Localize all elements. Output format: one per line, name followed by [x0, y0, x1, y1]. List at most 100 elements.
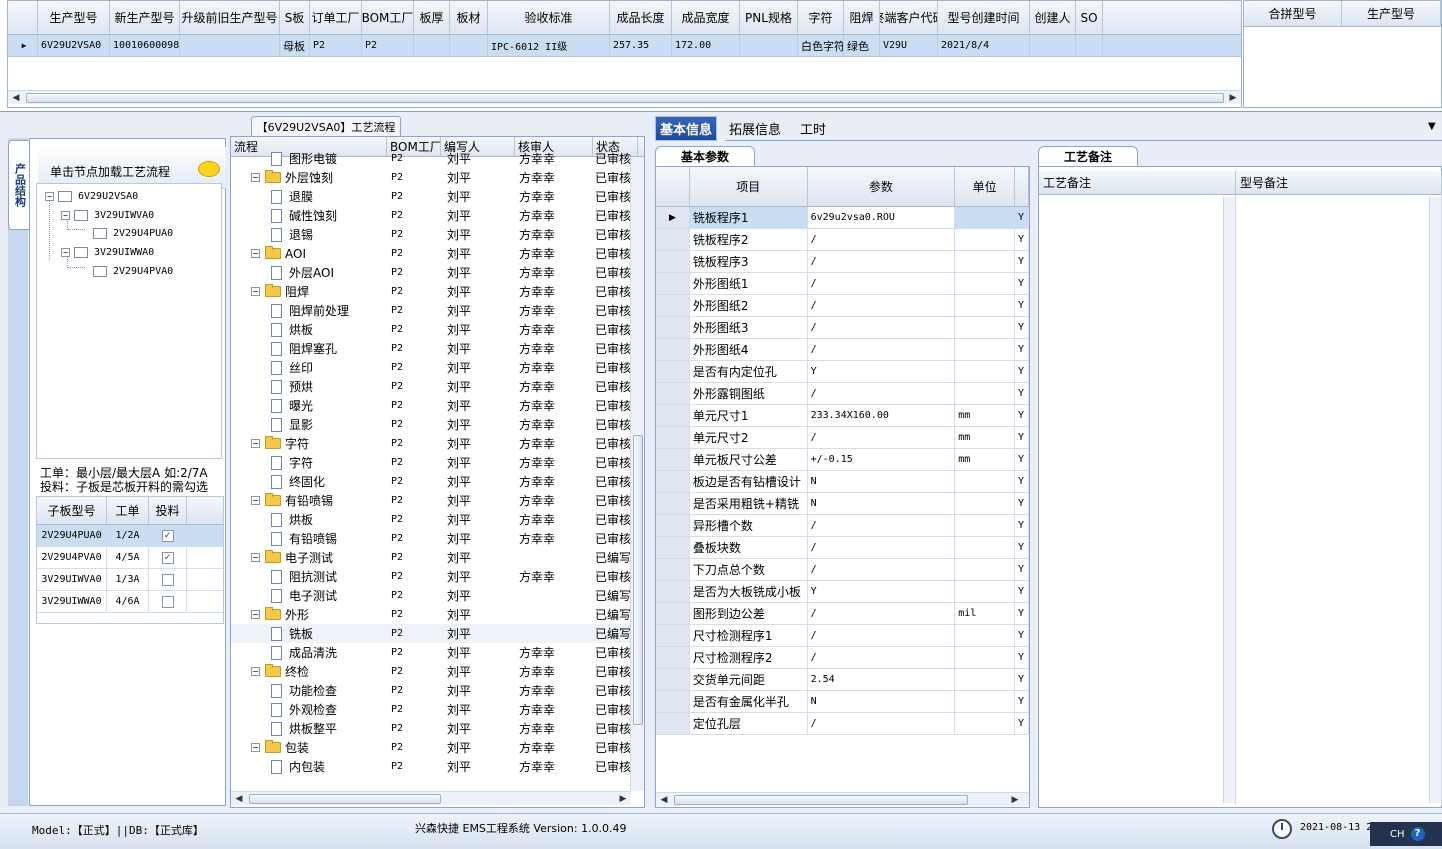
tab-working-hours[interactable]: 工时 [794, 118, 832, 139]
writer-cell[interactable]: 刘平 [441, 738, 515, 757]
unit-cell[interactable] [955, 273, 1016, 294]
col-header[interactable]: 合拼型号 [1244, 1, 1342, 26]
unit-cell[interactable] [955, 515, 1016, 536]
bom-factory-cell[interactable]: P2 [387, 149, 441, 168]
item-cell[interactable]: 是否采用粗铣+精铣 [690, 493, 808, 514]
param-cell[interactable]: / [808, 339, 956, 360]
writer-cell[interactable]: 刘平 [441, 567, 515, 586]
tree-node[interactable]: − 3V29UIWWA0 [61, 244, 154, 260]
bom-factory-cell[interactable]: P2 [387, 700, 441, 719]
sub-board-grid[interactable]: 子板型号 工单 投料 2V29U4PUA0 1/2A ✓ 2V29U4PVA0 4/5A… [36, 496, 224, 624]
col-header[interactable]: SO [1076, 1, 1103, 34]
flow-name-cell[interactable]: − 外层蚀刻 [231, 168, 387, 187]
bom-factory-cell[interactable]: P2 [387, 757, 441, 776]
param-cell[interactable]: / [808, 537, 956, 558]
flow-row[interactable]: 成品清洗 P2 刘平 方幸幸 已审核 [231, 643, 644, 662]
flow-name-cell[interactable]: 阻焊前处理 [231, 301, 387, 320]
table-row[interactable]: 叠板块数 / Y [656, 537, 1029, 559]
table-row[interactable]: 是否有内定位孔 Y Y [656, 361, 1029, 383]
unit-cell[interactable] [955, 229, 1016, 250]
flow-name-cell[interactable]: 阻焊塞孔 [231, 339, 387, 358]
flag-cell[interactable]: Y [1015, 361, 1029, 382]
bom-factory-cell[interactable]: P2 [387, 472, 441, 491]
flow-name-cell[interactable]: 电子测试 [231, 586, 387, 605]
table-cell[interactable]: P2 [310, 35, 362, 56]
bom-factory-cell[interactable]: P2 [387, 377, 441, 396]
flag-cell[interactable]: Y [1015, 383, 1029, 404]
flow-name-cell[interactable]: − 阻焊 [231, 282, 387, 301]
reviewer-cell[interactable]: 方幸幸 [515, 700, 593, 719]
tab-product-structure[interactable]: 产品结构 [8, 140, 30, 230]
reviewer-cell[interactable]: 方幸幸 [515, 681, 593, 700]
flow-row[interactable]: 烘板整平 P2 刘平 方幸幸 已审核 [231, 719, 644, 738]
flow-row[interactable]: 内包装 P2 刘平 方幸幸 已审核 [231, 757, 644, 776]
flow-row[interactable]: − 阻焊 P2 刘平 方幸幸 已审核 [231, 282, 644, 301]
param-cell[interactable]: Y [808, 581, 956, 602]
table-row[interactable]: ▶6V29U2VSA010010600098395母板P2P2IPC-6012 … [8, 35, 1241, 57]
process-flow-grid[interactable]: 流程 BOM工厂 编写人 核审人 状态 图形电镀 P2 刘平 方幸幸 已审核 − 外层蚀刻 P2 刘平方… [230, 136, 645, 808]
writer-cell[interactable]: 刘平 [441, 529, 515, 548]
reviewer-cell[interactable]: 方幸幸 [515, 472, 593, 491]
reviewer-cell[interactable]: 方幸幸 [515, 206, 593, 225]
flow-name-cell[interactable]: − 终检 [231, 662, 387, 681]
flow-name-cell[interactable]: 显影 [231, 415, 387, 434]
feed-checkbox[interactable]: ✓ [161, 551, 174, 564]
sub-model-cell[interactable]: 3V29UIWWA0 [37, 591, 107, 612]
table-row[interactable]: 图形到边公差 / mil Y [656, 603, 1029, 625]
param-cell[interactable]: / [808, 317, 956, 338]
item-cell[interactable]: 铣板程序1 [690, 207, 808, 228]
writer-cell[interactable]: 刘平 [441, 491, 515, 510]
bom-factory-cell[interactable]: P2 [387, 491, 441, 510]
collapse-icon[interactable]: − [251, 173, 260, 182]
scroll-left-icon[interactable]: ◀ [10, 92, 22, 104]
flag-cell[interactable]: Y [1015, 691, 1029, 712]
flow-name-cell[interactable]: − 有铅喷锡 [231, 491, 387, 510]
flag-cell[interactable]: Y [1015, 317, 1029, 338]
flow-hscrollbar[interactable]: ◀ ▶ [231, 791, 631, 805]
collapse-icon[interactable]: − [251, 496, 260, 505]
writer-cell[interactable]: 刘平 [441, 434, 515, 453]
param-cell[interactable]: 2.54 [808, 669, 956, 690]
flow-row[interactable]: 碱性蚀刻 P2 刘平 方幸幸 已审核 [231, 206, 644, 225]
reviewer-cell[interactable] [515, 624, 593, 643]
item-cell[interactable]: 尺寸检测程序1 [690, 625, 808, 646]
table-row[interactable]: 外形露铜图纸 / Y [656, 383, 1029, 405]
collapse-icon[interactable]: − [251, 667, 260, 676]
basic-params-grid[interactable]: 项目 参数 单位 ▶ 铣板程序1 6v29u2vsa0.ROU Y 铣板程序2/Y 铣板程序3… [655, 166, 1030, 808]
tree-node[interactable]: − 3V29UIWVA0 [61, 207, 154, 223]
bom-factory-cell[interactable]: P2 [387, 605, 441, 624]
unit-cell[interactable]: mm [955, 449, 1016, 470]
bom-factory-cell[interactable]: P2 [387, 396, 441, 415]
model-note-textarea[interactable] [1236, 195, 1442, 805]
flow-row[interactable]: 字符 P2 刘平 方幸幸 已审核 [231, 453, 644, 472]
item-cell[interactable]: 单元板尺寸公差 [690, 449, 808, 470]
col-header[interactable]: 创建人 [1030, 1, 1076, 34]
col-header[interactable]: BOM工厂 [362, 1, 414, 34]
flow-name-cell[interactable]: 退锡 [231, 225, 387, 244]
table-cell[interactable]: 白色字符 [798, 35, 844, 56]
bom-factory-cell[interactable]: P2 [387, 434, 441, 453]
unit-cell[interactable] [955, 295, 1016, 316]
table-row[interactable]: 板边是否有钻槽设计 N Y [656, 471, 1029, 493]
writer-cell[interactable]: 刘平 [441, 339, 515, 358]
table-row[interactable]: 下刀点总个数 / Y [656, 559, 1029, 581]
table-row[interactable]: 单元尺寸1 233.34X160.00 mm Y [656, 405, 1029, 427]
param-cell[interactable]: N [808, 691, 956, 712]
col-header[interactable]: 单位 [955, 167, 1016, 206]
item-cell[interactable]: 铣板程序2 [690, 229, 808, 250]
flag-cell[interactable]: Y [1015, 427, 1029, 448]
flag-cell[interactable]: Y [1015, 449, 1029, 470]
flag-cell[interactable]: Y [1015, 493, 1029, 514]
collapse-icon[interactable]: − [251, 743, 260, 752]
scroll-left-icon[interactable]: ◀ [658, 794, 670, 806]
flow-row[interactable]: 烘板 P2 刘平 方幸幸 已审核 [231, 510, 644, 529]
reviewer-cell[interactable]: 方幸幸 [515, 757, 593, 776]
writer-cell[interactable]: 刘平 [441, 358, 515, 377]
table-row[interactable]: 单元板尺寸公差 +/-0.15 mm Y [656, 449, 1029, 471]
flow-row[interactable]: 阻焊前处理 P2 刘平 方幸幸 已审核 [231, 301, 644, 320]
table-row[interactable]: 交货单元间距 2.54 Y [656, 669, 1029, 691]
bom-factory-cell[interactable]: P2 [387, 320, 441, 339]
structure-tree[interactable]: −6V29U2VSA0 −3V29UIWVA0 2V29U4PUA0 −3V29… [36, 183, 222, 459]
flow-name-cell[interactable]: − 外形 [231, 605, 387, 624]
unit-cell[interactable] [955, 669, 1016, 690]
